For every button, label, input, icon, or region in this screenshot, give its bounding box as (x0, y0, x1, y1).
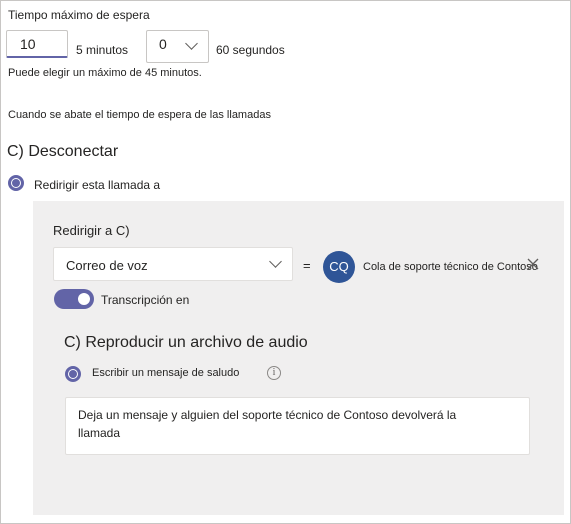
redirect-target-select[interactable]: Correo de voz (53, 247, 293, 281)
chevron-down-icon (269, 255, 282, 268)
redirect-option-label: Redirigir esta llamada a (34, 178, 161, 192)
transcription-label: Transcripción en (101, 293, 190, 307)
wait-time-title: Tiempo máximo de espera (8, 8, 150, 22)
seconds-value: 0 (159, 36, 167, 52)
info-icon[interactable]: i (267, 366, 281, 380)
max-wait-hint: Puede elegir un máximo de 45 minutos. (8, 67, 202, 79)
minutes-label: 5 minutos (76, 43, 129, 57)
redirect-radio[interactable] (8, 175, 24, 191)
greeting-option-label: Escribir un mensaje de saludo (92, 367, 240, 379)
seconds-select[interactable]: 0 (146, 30, 209, 63)
redirect-to-title: Redirigir a C) (53, 223, 130, 238)
chevron-down-icon (185, 37, 198, 50)
play-audio-heading: C) Reproducir un archivo de audio (64, 334, 308, 351)
avatar: CQ (323, 251, 355, 283)
queue-name: Cola de soporte técnico de Contoso (363, 261, 538, 273)
disconnect-heading: C) Desconectar (7, 143, 119, 160)
greeting-message-field[interactable]: Deja un mensaje y alguien del soporte té… (65, 397, 530, 455)
timeout-description: Cuando se abate el tiempo de espera de l… (8, 109, 271, 121)
transcription-toggle[interactable] (54, 289, 94, 309)
greeting-radio[interactable] (65, 366, 81, 382)
equals-sign: = (303, 258, 311, 273)
close-icon[interactable] (526, 257, 540, 271)
seconds-label: 60 segundos (216, 43, 285, 57)
redirect-target-value: Correo de voz (66, 258, 148, 273)
minutes-input[interactable]: 10 (6, 30, 68, 58)
toggle-knob (78, 293, 90, 305)
